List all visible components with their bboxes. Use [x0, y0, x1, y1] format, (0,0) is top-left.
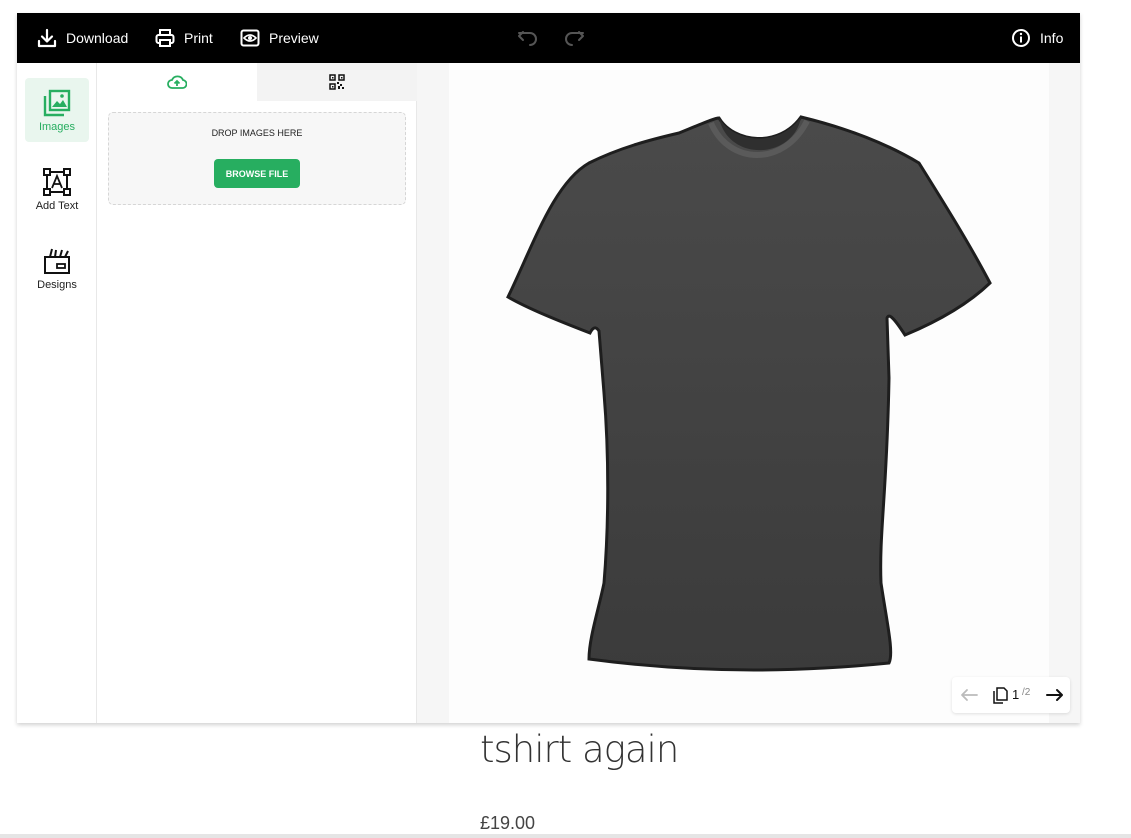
arrow-left-icon[interactable] — [958, 685, 980, 705]
redo-icon — [565, 31, 584, 46]
design-canvas[interactable] — [449, 63, 1049, 723]
top-toolbar: Download Print Preview Info — [17, 13, 1080, 63]
undo-button[interactable] — [517, 13, 539, 63]
info-button[interactable]: Info — [1011, 13, 1063, 63]
design-folder-icon — [44, 248, 70, 274]
qr-code-icon — [329, 74, 345, 90]
info-label: Info — [1040, 30, 1064, 46]
undo-icon — [518, 31, 537, 46]
tshirt-product-image — [506, 115, 992, 672]
sidebar-item-images[interactable]: Images — [25, 78, 89, 142]
download-button[interactable]: Download — [37, 13, 128, 63]
sidebar-item-label: Add Text — [35, 199, 79, 212]
download-label: Download — [66, 30, 129, 46]
current-page-number: 1 — [1012, 687, 1020, 702]
tab-upload[interactable] — [97, 63, 257, 101]
page-divider — [0, 834, 1131, 838]
print-label: Print — [184, 30, 213, 46]
sidebar-item-label: Images — [38, 120, 76, 133]
sidebar: Images Add Text Designs — [17, 63, 97, 723]
sidebar-item-designs[interactable]: Designs — [25, 236, 89, 300]
download-icon — [37, 28, 57, 48]
product-title: tshirt again — [480, 728, 679, 771]
sidebar-item-label: Designs — [37, 278, 77, 291]
cloud-upload-icon — [167, 75, 187, 89]
printer-icon — [155, 29, 175, 47]
arrow-right-icon[interactable] — [1044, 685, 1066, 705]
image-gallery-icon — [43, 89, 71, 116]
preview-button[interactable]: Preview — [240, 13, 319, 63]
tab-qr-code[interactable] — [257, 63, 417, 101]
text-box-icon — [43, 167, 71, 196]
image-dropzone[interactable]: DROP IMAGES HERE BROWSE FILE — [108, 112, 406, 205]
dropzone-label: DROP IMAGES HERE — [211, 128, 303, 138]
designer-app: Download Print Preview Info Images Add T… — [17, 13, 1080, 723]
browse-file-button[interactable]: BROWSE FILE — [214, 159, 300, 188]
images-panel: DROP IMAGES HERE BROWSE FILE — [97, 63, 417, 723]
eye-icon — [240, 29, 260, 47]
product-price: £19.00 — [480, 813, 536, 833]
preview-label: Preview — [269, 30, 319, 46]
sidebar-item-add-text[interactable]: Add Text — [25, 157, 89, 221]
info-icon — [1012, 29, 1030, 47]
page-navigator: 1 /2 — [952, 677, 1070, 713]
page-copy-icon — [993, 687, 1008, 704]
print-button[interactable]: Print — [155, 13, 213, 63]
redo-button[interactable] — [563, 13, 585, 63]
total-page-count: /2 — [1022, 687, 1031, 698]
